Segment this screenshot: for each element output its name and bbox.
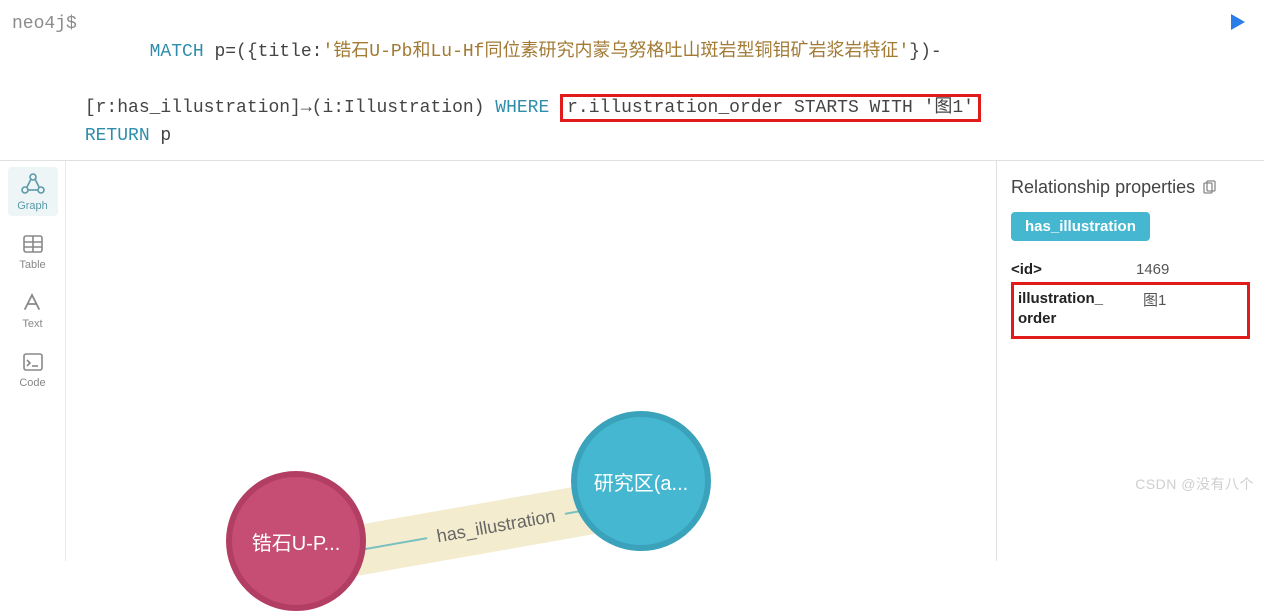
graph-canvas[interactable]: has_illustration 锆石U-P... 研究区(a... — [66, 161, 996, 561]
view-text-label: Text — [22, 318, 42, 330]
q-l1-pre: p=({title: — [204, 42, 323, 62]
property-row-order: illustration_ order 图1 — [1011, 282, 1250, 339]
node-source[interactable]: 锆石U-P... — [226, 471, 366, 611]
query-editor[interactable]: MATCH p=({title:'锆石U-Pb和Lu-Hf同位素研究内蒙乌努格吐… — [85, 10, 1214, 150]
q-l3-p: p — [150, 126, 172, 146]
properties-title: Relationship properties — [1011, 177, 1250, 198]
node-target-label: 研究区(a... — [594, 467, 688, 496]
view-code-label: Code — [19, 377, 45, 389]
prop-order-key: illustration_ order — [1018, 289, 1123, 328]
watermark: CSDN @没有八个 — [1135, 474, 1254, 494]
q-l1-lit: '锆石U-Pb和Lu-Hf同位素研究内蒙乌努格吐山斑岩型铜钼矿岩浆岩特征' — [322, 42, 909, 62]
view-table-label: Table — [19, 259, 45, 271]
code-icon — [21, 350, 45, 374]
prop-id-key: <id> — [1011, 261, 1116, 278]
edge-label: has_illustration — [425, 503, 567, 548]
prompt-label: neo4j$ — [12, 10, 85, 38]
q-l2-boxed: r.illustration_order STARTS WITH '图1' — [567, 98, 974, 118]
graph-icon — [20, 171, 46, 197]
view-graph-label: Graph — [17, 200, 48, 212]
main-area: Graph Table Text Code — [0, 161, 1264, 561]
copy-icon[interactable] — [1201, 180, 1217, 196]
text-icon — [21, 291, 45, 315]
properties-panel: Relationship properties has_illustration… — [996, 161, 1264, 561]
prop-order-value: 图1 — [1143, 289, 1166, 328]
q-l2-pre: [r:has_illustration]→(i:Illustration) — [85, 98, 495, 118]
property-row-id: <id> 1469 — [1011, 257, 1250, 282]
table-icon — [21, 232, 45, 256]
query-bar: neo4j$ MATCH p=({title:'锆石U-Pb和Lu-Hf同位素研… — [0, 0, 1264, 161]
node-target[interactable]: 研究区(a... — [571, 411, 711, 551]
view-text[interactable]: Text — [8, 287, 58, 334]
view-graph[interactable]: Graph — [8, 167, 58, 216]
properties-title-text: Relationship properties — [1011, 177, 1195, 198]
kw-where: WHERE — [495, 98, 549, 118]
run-button[interactable] — [1228, 12, 1248, 32]
relationship-type-badge[interactable]: has_illustration — [1011, 212, 1150, 241]
kw-match: MATCH — [150, 42, 204, 62]
q-l1-post: })- — [909, 42, 941, 62]
view-code[interactable]: Code — [8, 346, 58, 393]
prop-id-value: 1469 — [1136, 261, 1169, 278]
kw-return: RETURN — [85, 126, 150, 146]
view-table[interactable]: Table — [8, 228, 58, 275]
result-view-sidebar: Graph Table Text Code — [0, 161, 66, 561]
highlight-where-clause: r.illustration_order STARTS WITH '图1' — [560, 94, 981, 122]
node-source-label: 锆石U-P... — [252, 527, 341, 556]
